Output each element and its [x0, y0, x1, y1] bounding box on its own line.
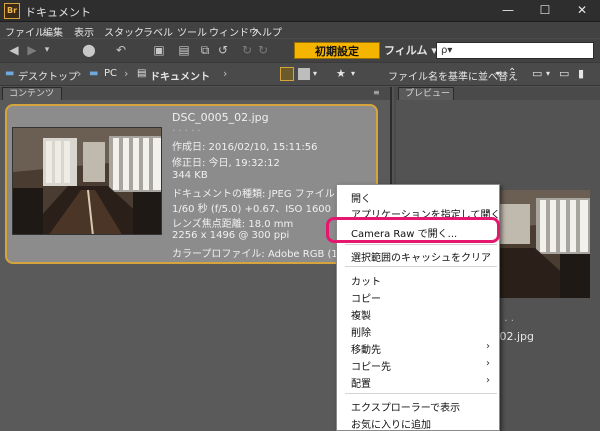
minimize-button[interactable]: —	[490, 0, 526, 22]
thumbnail-image[interactable]	[12, 127, 162, 235]
meta-dimensions: 2256 x 1496 @ 300 ppi	[172, 230, 290, 241]
pc-icon: ▬	[89, 68, 99, 79]
folder-icon: ▬	[5, 68, 15, 79]
boomerang-icon[interactable]: ↶	[114, 42, 128, 59]
breadcrumb-pc[interactable]: PC	[104, 68, 117, 79]
close-button[interactable]: ✕	[564, 0, 600, 22]
menu-divider	[345, 244, 497, 245]
path-bar: ▬ デスクトップ › ▬ PC › ▤ ドキュメント › ▾ ★ ▾ ファイル名…	[0, 62, 600, 86]
submenu-arrow-icon: ›	[486, 358, 490, 369]
menu-item-purge-cache[interactable]: 選択範囲のキャッシュをクリア	[351, 249, 491, 264]
menu-item-place[interactable]: 配置	[351, 375, 371, 390]
chevron-down-icon[interactable]: ▾	[546, 69, 550, 78]
history-dropdown-icon[interactable]: ▾	[42, 42, 52, 59]
menu-item-move-to[interactable]: 移動先	[351, 341, 381, 356]
menu-divider	[345, 266, 497, 267]
tab-content[interactable]: コンテンツ	[2, 87, 62, 100]
meta-focal-length: レンズ焦点距離: 18.0 mm	[172, 219, 294, 230]
menu-item-cut[interactable]: カット	[351, 273, 381, 288]
preview-rating-dots[interactable]: · · ·	[498, 316, 514, 327]
breadcrumb-chevron-icon[interactable]: ›	[124, 67, 128, 80]
open-recent-icon[interactable]: ⧉	[196, 42, 214, 59]
meta-doc-type: ドキュメントの種類: JPEG ファイル	[172, 189, 335, 200]
submenu-arrow-icon: ›	[486, 375, 490, 386]
open-folder-icon[interactable]: ▭	[532, 67, 542, 80]
thumbnail-filename: DSC_0005_02.jpg	[172, 111, 269, 124]
workspace-essentials-tab[interactable]: 初期設定	[294, 42, 380, 59]
menu-item-duplicate[interactable]: 複製	[351, 307, 371, 322]
meta-color-profile: カラープロファイル: Adobe RGB (19	[172, 249, 345, 260]
menu-stack[interactable]: スタック	[104, 24, 144, 39]
breadcrumb-documents[interactable]: ドキュメント	[150, 68, 210, 83]
submenu-arrow-icon: ›	[486, 341, 490, 352]
menu-label[interactable]: ラベル	[143, 24, 173, 39]
trash-icon[interactable]: ▮	[578, 67, 584, 80]
meta-created: 作成日: 2016/02/10, 15:11:56	[172, 142, 318, 153]
menu-item-open[interactable]: 開く	[351, 190, 371, 205]
star-filter-icon[interactable]: ★	[336, 67, 346, 80]
menu-file[interactable]: ファイル	[5, 24, 45, 39]
meta-size: 344 KB	[172, 170, 208, 181]
thumbnail-rating-dots[interactable]: · · · · ·	[172, 126, 201, 137]
meta-modified: 修正日: 今日, 19:32:12	[172, 158, 280, 169]
menu-item-copy-to[interactable]: コピー先	[351, 358, 391, 373]
chevron-down-icon[interactable]: ▾	[313, 69, 317, 78]
sort-ascending-icon[interactable]: ⌃	[508, 67, 516, 78]
rotate-cw-icon[interactable]: ↻	[240, 42, 254, 59]
sort-dropdown-icon[interactable]: ▾	[496, 69, 500, 78]
thumbnail-quality-icon[interactable]	[280, 67, 294, 81]
menu-help[interactable]: ヘルプ	[252, 24, 282, 39]
highlight-ring	[326, 217, 500, 243]
breadcrumb-desktop[interactable]: デスクトップ	[18, 68, 78, 83]
workspace-film-tab[interactable]: フィルム ▾	[384, 42, 444, 59]
menu-item-add-to-favorites[interactable]: お気に入りに追加	[351, 416, 431, 431]
bridge-app-icon: Br	[4, 3, 20, 19]
forward-arrow-icon[interactable]: ▶	[24, 42, 40, 59]
search-input[interactable]: ρ▾	[436, 42, 594, 59]
refine-icon[interactable]: ▤	[175, 42, 193, 59]
view-mode-icon[interactable]	[298, 68, 310, 80]
menu-divider	[345, 393, 497, 394]
back-arrow-icon[interactable]: ◀	[6, 42, 22, 59]
menu-item-delete[interactable]: 削除	[351, 324, 371, 339]
menu-item-reveal-in-explorer[interactable]: エクスプローラーで表示	[351, 399, 460, 414]
window-title: ドキュメント	[25, 6, 91, 19]
breadcrumb-chevron-icon[interactable]: ›	[77, 67, 81, 80]
menu-view[interactable]: 表示	[74, 24, 94, 39]
submenu-arrow-icon: ›	[486, 206, 490, 217]
rotate-ccw-icon[interactable]: ↺	[215, 42, 231, 59]
camera-import-icon[interactable]: ▣	[150, 42, 168, 59]
menu-edit[interactable]: 編集	[43, 24, 63, 39]
menu-tools[interactable]: ツール	[177, 24, 207, 39]
breadcrumb-chevron-icon[interactable]: ›	[223, 67, 227, 80]
menu-bar: ファイル 編集 表示 スタック ラベル ツール ウィンドウ ヘルプ	[0, 22, 600, 39]
go-parent-icon[interactable]: ⬤	[80, 42, 98, 59]
preview-filename: _02.jpg	[494, 330, 535, 343]
menu-item-copy[interactable]: コピー	[351, 290, 381, 305]
tab-preview[interactable]: プレビュー	[398, 87, 454, 100]
meta-exposure: 1/60 秒 (f/5.0) +0.67、ISO 1600	[172, 204, 332, 215]
document-folder-icon: ▤	[137, 68, 147, 79]
new-folder-icon[interactable]: ▭	[559, 67, 569, 80]
chevron-down-icon[interactable]: ▾	[351, 69, 355, 78]
maximize-button[interactable]: ☐	[527, 0, 563, 22]
panel-menu-icon[interactable]: ≡	[373, 88, 380, 97]
rotate-icon[interactable]: ↻	[256, 42, 270, 59]
